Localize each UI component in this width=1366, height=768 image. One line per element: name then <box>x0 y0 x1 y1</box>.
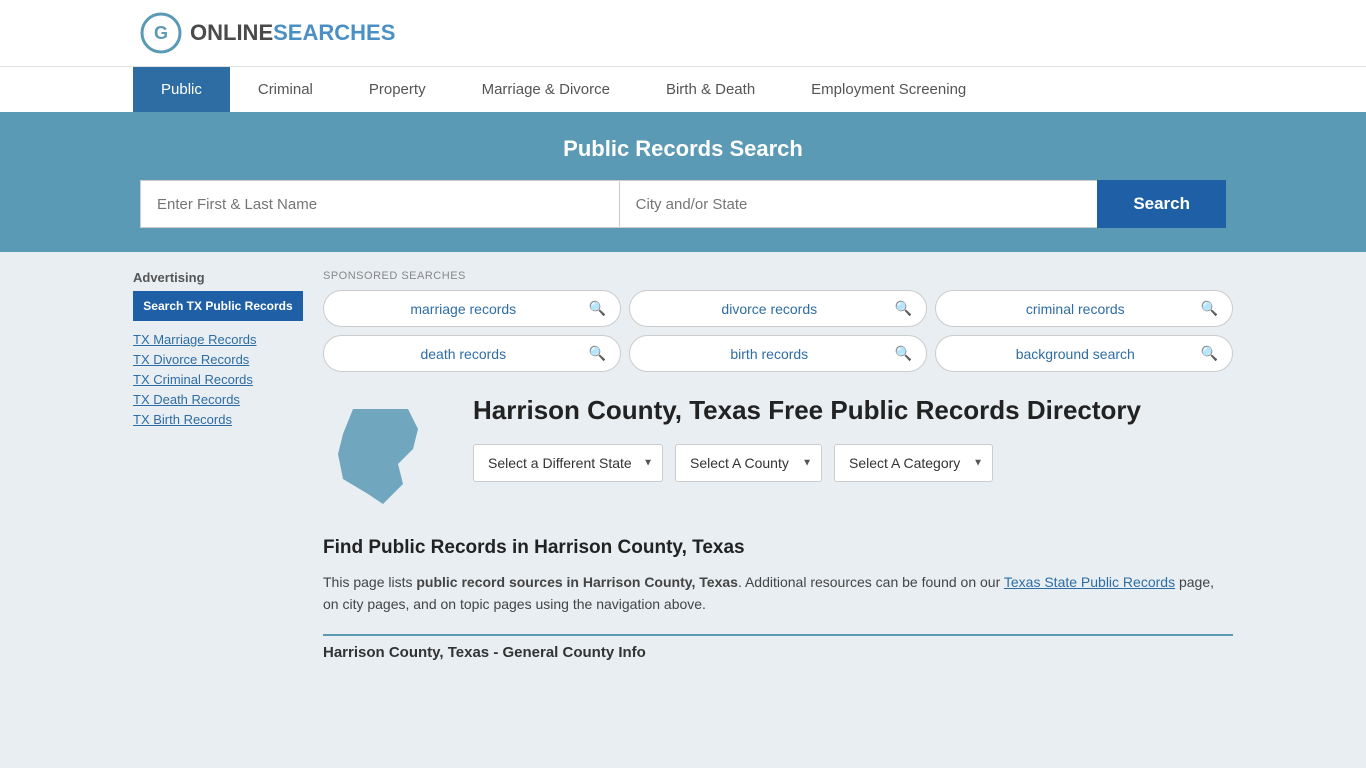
search-button[interactable]: Search <box>1097 180 1226 228</box>
pill-divorce: divorce records 🔍 <box>629 290 927 327</box>
pill-link-marriage[interactable]: marriage records <box>338 301 589 317</box>
pill-link-divorce[interactable]: divorce records <box>644 301 895 317</box>
state-dropdown-wrap: Select a Different State <box>473 444 663 482</box>
find-desc-part1: This page lists <box>323 574 416 590</box>
page-title: Harrison County, Texas Free Public Recor… <box>473 394 1141 428</box>
list-item: TX Marriage Records <box>133 331 303 347</box>
pill-criminal: criminal records 🔍 <box>935 290 1233 327</box>
nav-item-public[interactable]: Public <box>133 67 230 112</box>
find-section: Find Public Records in Harrison County, … <box>323 537 1233 616</box>
search-icon: 🔍 <box>589 345 606 362</box>
sidebar-link-death[interactable]: TX Death Records <box>133 392 240 407</box>
search-name-input[interactable] <box>140 180 619 228</box>
category-dropdown[interactable]: Select A Category <box>834 444 993 482</box>
sidebar: Advertising Search TX Public Records TX … <box>133 270 303 661</box>
main-nav: Public Criminal Property Marriage & Divo… <box>0 66 1366 112</box>
search-row: Search <box>140 180 1226 228</box>
texas-state-link[interactable]: Texas State Public Records <box>1004 574 1175 590</box>
nav-item-employment[interactable]: Employment Screening <box>783 67 994 112</box>
sidebar-link-criminal[interactable]: TX Criminal Records <box>133 372 253 387</box>
nav-item-criminal[interactable]: Criminal <box>230 67 341 112</box>
category-dropdown-wrap: Select A Category <box>834 444 993 482</box>
dropdowns: Select a Different State Select A County… <box>473 444 1141 482</box>
pill-birth: birth records 🔍 <box>629 335 927 372</box>
search-icon: 🔍 <box>1201 300 1218 317</box>
find-title: Find Public Records in Harrison County, … <box>323 537 1233 559</box>
pill-link-death[interactable]: death records <box>338 346 589 362</box>
search-pills: marriage records 🔍 divorce records 🔍 cri… <box>323 290 1233 372</box>
hero-band: Public Records Search Search <box>0 112 1366 252</box>
state-map <box>323 394 453 517</box>
main-content: SPONSORED SEARCHES marriage records 🔍 di… <box>323 270 1233 661</box>
texas-map-svg <box>323 394 443 514</box>
nav-item-property[interactable]: Property <box>341 67 454 112</box>
pill-marriage: marriage records 🔍 <box>323 290 621 327</box>
county-dropdown-wrap: Select A County <box>675 444 822 482</box>
county-dropdown[interactable]: Select A County <box>675 444 822 482</box>
logo: G ONLINESEARCHES <box>140 12 395 54</box>
search-icon: 🔍 <box>1201 345 1218 362</box>
sidebar-links: TX Marriage Records TX Divorce Records T… <box>133 331 303 427</box>
pill-background: background search 🔍 <box>935 335 1233 372</box>
find-desc-part2: . Additional resources can be found on o… <box>738 574 1004 590</box>
location-section: Harrison County, Texas Free Public Recor… <box>323 394 1233 517</box>
pill-link-birth[interactable]: birth records <box>644 346 895 362</box>
search-icon: 🔍 <box>589 300 606 317</box>
list-item: TX Divorce Records <box>133 351 303 367</box>
pill-death: death records 🔍 <box>323 335 621 372</box>
list-item: TX Criminal Records <box>133 371 303 387</box>
general-info-title: Harrison County, Texas - General County … <box>323 644 1233 661</box>
find-desc-bold: public record sources in Harrison County… <box>416 574 738 590</box>
sidebar-link-marriage[interactable]: TX Marriage Records <box>133 332 257 347</box>
location-title: Harrison County, Texas Free Public Recor… <box>473 394 1141 504</box>
logo-icon: G <box>140 12 182 54</box>
find-desc: This page lists public record sources in… <box>323 571 1233 616</box>
search-icon: 🔍 <box>895 345 912 362</box>
sidebar-link-birth[interactable]: TX Birth Records <box>133 412 232 427</box>
nav-item-birth-death[interactable]: Birth & Death <box>638 67 783 112</box>
search-icon: 🔍 <box>895 300 912 317</box>
nav-inner: Public Criminal Property Marriage & Divo… <box>133 67 1233 112</box>
state-dropdown[interactable]: Select a Different State <box>473 444 663 482</box>
search-location-input[interactable] <box>619 180 1098 228</box>
pill-link-criminal[interactable]: criminal records <box>950 301 1201 317</box>
general-info-bar: Harrison County, Texas - General County … <box>323 634 1233 661</box>
nav-item-marriage-divorce[interactable]: Marriage & Divorce <box>454 67 638 112</box>
pill-link-background[interactable]: background search <box>950 346 1201 362</box>
header: G ONLINESEARCHES <box>0 0 1366 66</box>
hero-title: Public Records Search <box>140 136 1226 162</box>
list-item: TX Death Records <box>133 391 303 407</box>
content-wrapper: Advertising Search TX Public Records TX … <box>133 252 1233 679</box>
sponsored-label: SPONSORED SEARCHES <box>323 270 1233 282</box>
sidebar-link-divorce[interactable]: TX Divorce Records <box>133 352 249 367</box>
sidebar-ad-button[interactable]: Search TX Public Records <box>133 291 303 321</box>
sidebar-adv-label: Advertising <box>133 270 303 285</box>
list-item: TX Birth Records <box>133 411 303 427</box>
svg-text:G: G <box>154 23 168 43</box>
logo-text: ONLINESEARCHES <box>190 20 395 46</box>
